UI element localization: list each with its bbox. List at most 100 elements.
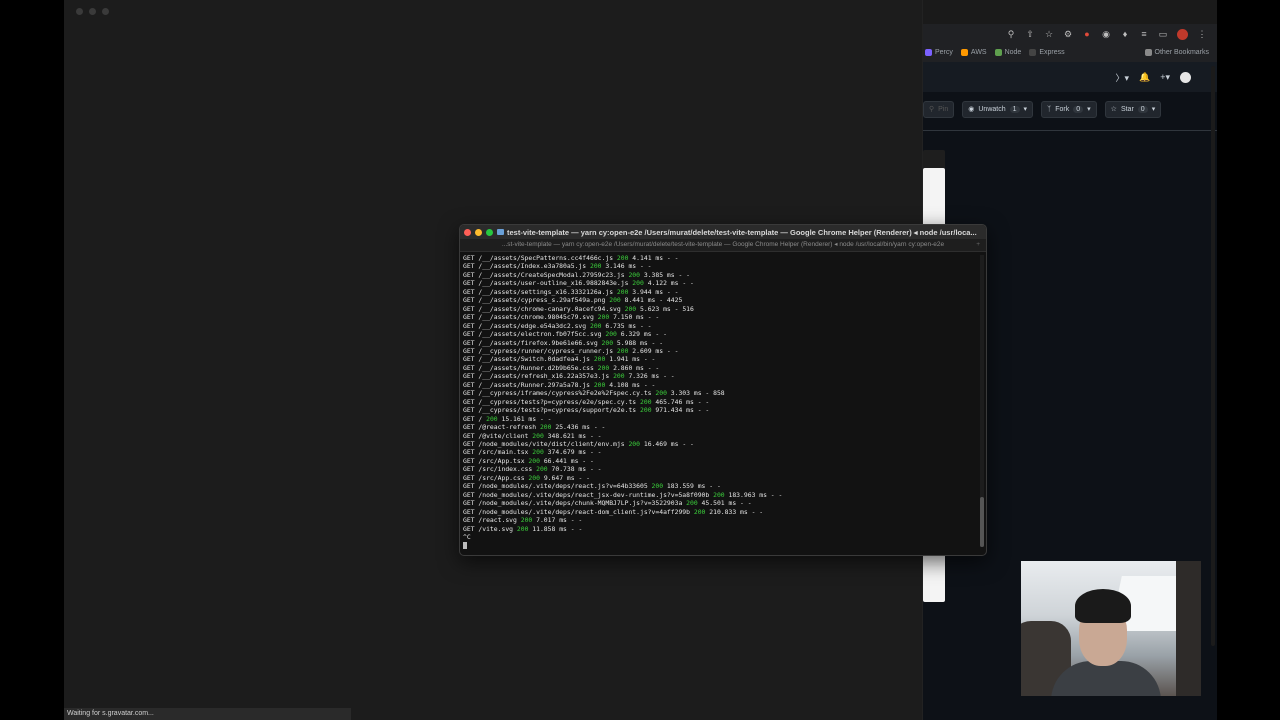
terminal-tab[interactable]: ...st-vite-template — yarn cy:open-e2e /… [460,239,986,252]
bookmark-percy[interactable]: Percy [925,48,953,56]
log-line: GET /__/assets/CreateSpecModal.27959c23.… [463,271,983,279]
profile-avatar[interactable] [1177,28,1188,40]
zoom-icon[interactable]: ⚲ [1006,29,1016,40]
car-pillar-image [1176,561,1201,696]
log-line: GET /vite.svg 200 11.858 ms - - [463,525,983,533]
eye-icon: ◉ [968,106,975,113]
log-request: GET /__/assets/CreateSpecModal.27959c23.… [463,270,629,279]
new-tab-icon[interactable]: + [976,239,980,251]
log-timing: 183.559 ms - - [663,482,721,491]
terminal-output[interactable]: GET /__/assets/SpecPatterns.cc4f466c.js … [460,252,986,552]
notifications-icon[interactable]: 🔔 [1139,72,1150,83]
log-line: GET /__cypress/tests?p=cypress/support/e… [463,406,983,414]
prompt-line[interactable] [463,541,983,549]
puzzle-extensions-icon[interactable]: ♦ [1120,29,1130,39]
share-icon[interactable]: ⇧ [1025,29,1035,40]
other-bookmarks[interactable]: Other Bookmarks [1144,48,1217,56]
log-timing: 66.441 ms - - [539,456,594,465]
log-line: GET /node_modules/.vite/deps/react_jsx-d… [463,491,983,499]
folder-icon [1144,48,1152,56]
log-line: GET /__/assets/edge.e54a3dc2.svg 200 6.7… [463,322,983,330]
log-timing: 9.647 ms - - [539,473,590,482]
log-status-code: 200 [655,389,667,398]
extension-circle-icon[interactable]: ◉ [1101,29,1111,40]
log-status-code: 200 [528,456,540,465]
log-timing: 465.746 ms - - [651,397,710,406]
toolbar-icons: ⚲ ⇧ ☆ ⚙ ● ◉ ♦ ≡ ▭ ⋮ [923,24,1217,44]
minimize-dot-icon[interactable] [89,8,96,15]
log-timing: 3.303 ms - 858 [666,389,725,398]
command-palette-icon[interactable]: 〉▾ [1115,71,1129,84]
log-request: GET /react.svg [463,516,521,525]
log-timing: 348.621 ms - - [543,431,602,440]
log-request: GET /__/assets/Index.e3a780a5.js [463,262,590,271]
close-dot-icon[interactable] [76,8,83,15]
aws-icon [960,48,968,56]
log-line: GET /__/assets/firefox.9be61e66.svg 200 … [463,339,983,347]
log-request: GET /__cypress/iframes/cypress%2Fe2e%2Fs… [463,389,656,398]
log-line: GET /__/assets/cypress_s.29af549a.png 20… [463,296,983,304]
log-timing: 4.108 ms - - [605,380,656,389]
log-timing: 3.944 ms - - [628,287,679,296]
extension-gear-icon[interactable]: ⚙ [1063,29,1073,40]
page-scrollbar[interactable] [1211,66,1215,646]
log-line: GET /__/assets/chrome-canary.0acefc94.sv… [463,305,983,313]
log-line: GET /@react-refresh 200 25.436 ms - - [463,423,983,431]
log-status-code: 200 [616,287,629,296]
close-button-icon[interactable] [464,228,471,236]
log-status-code: 200 [686,499,698,508]
log-timing: 7.326 ms - - [624,372,675,381]
log-timing: 374.679 ms - - [543,448,602,457]
pin-button[interactable]: ⚲ Pin [923,100,955,118]
log-status-code: 200 [609,296,621,305]
terminal-scroll-thumb[interactable] [980,497,984,547]
log-request: GET /__/assets/settings_x16.3332126a.js [463,287,617,296]
bookmark-aws[interactable]: AWS [960,48,987,56]
terminal-window: test-vite-template — yarn cy:open-e2e /U… [459,224,987,556]
log-status-code: 200 [616,254,629,262]
log-line: GET /__cypress/runner/cypress_runner.js … [463,347,983,355]
text-cursor [463,541,467,549]
terminal-scrollbar[interactable] [980,255,984,547]
log-timing: 5.988 ms - - [613,338,664,347]
log-status-code: 200 [589,262,602,271]
create-new-icon[interactable]: +▾ [1160,72,1170,83]
log-status-code: 200 [693,507,706,516]
more-menu-icon[interactable]: ⋮ [1197,29,1207,40]
log-status-code: 200 [616,346,629,355]
caret-down-icon: ▾ [1023,106,1028,113]
log-request: GET /__/assets/Switch.0dadfea4.js [463,355,594,364]
sidebar-icon[interactable]: ▭ [1158,29,1168,40]
zoom-dot-icon[interactable] [102,8,109,15]
fork-button[interactable]: ᛉ Fork 0 ▾ [1041,100,1097,118]
star-button[interactable]: ☆ Star 0 ▾ [1104,100,1162,118]
log-line: GET /__/assets/electron.fb07f5cc.svg 200… [463,330,983,338]
bookmark-node[interactable]: Node [994,48,1021,56]
log-request: GET /@react-refresh [463,423,540,432]
log-line: GET /react.svg 200 7.017 ms - - [463,516,983,524]
minimize-button-icon[interactable] [475,228,482,236]
folder-icon [497,229,504,235]
log-status-code: 200 [713,490,725,499]
log-timing: 2.609 ms - - [628,346,679,355]
star-bookmark-icon[interactable]: ☆ [1044,29,1054,40]
header-divider [923,130,1217,131]
log-timing: 971.434 ms - - [651,406,710,415]
window-controls[interactable] [76,8,109,15]
zoom-button-icon[interactable] [486,228,493,236]
log-timing: 3.385 ms - - [640,270,691,279]
user-avatar[interactable] [1180,71,1191,83]
log-line: GET /__/assets/Index.e3a780a5.js 200 3.1… [463,262,983,270]
bookmark-express[interactable]: Express [1029,48,1065,56]
log-status-code: 200 [640,397,652,406]
caret-down-icon: ▾ [1151,106,1156,113]
log-line: GET / 200 15.161 ms - - [463,415,983,423]
extension-red-icon[interactable]: ● [1082,29,1092,39]
unwatch-button[interactable]: ◉ Unwatch 1 ▾ [962,100,1034,118]
log-status-code: 200 [528,473,540,482]
log-request: GET /node_modules/.vite/deps/react_jsx-d… [463,490,714,499]
log-timing: 1.941 ms - - [605,355,656,364]
log-timing: 70.738 ms - - [547,465,602,474]
reading-list-icon[interactable]: ≡ [1139,29,1149,39]
log-status-code: 200 [632,279,644,288]
